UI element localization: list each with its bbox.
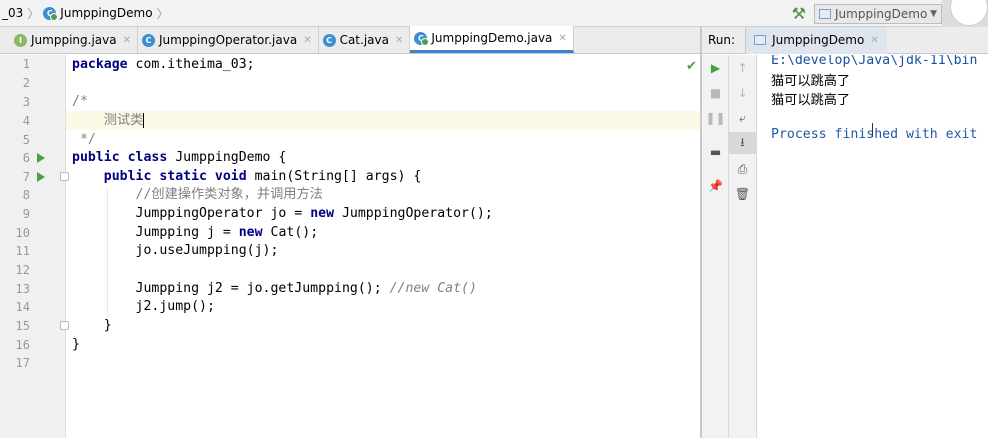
code-line-5: */ [72,132,96,147]
line-number: 10 [15,226,30,240]
inspection-ok-icon[interactable]: ✔ [686,59,697,74]
code-line-8: //创建操作类对象，并调用方法 [72,187,323,202]
run-main-icon[interactable] [37,172,45,182]
breadcrumb: _03 〉 C JumppingDemo 〉 [0,5,173,22]
line-number: 12 [15,263,30,277]
line-number: 13 [15,282,30,296]
console-process-finished: Process finished with exit [771,127,978,142]
arrow-down-icon[interactable]: ↓ [729,82,756,104]
run-tab-label: JumppingDemo [772,33,865,47]
line-number: 1 [22,57,30,71]
code-line-1: package com.itheima_03; [72,57,255,72]
close-icon[interactable]: ✕ [303,35,311,46]
close-icon[interactable]: ✕ [123,35,131,46]
tab-jumpping-java[interactable]: I Jumpping.java ✕ [10,27,138,53]
tab-label: Cat.java [339,33,389,47]
code-line-10: Jumpping j = new Cat(); [72,225,319,240]
line-number: 4 [22,114,30,128]
console-command-line: E:\develop\Java\jdk-11\bin [771,55,978,68]
line-number: 3 [22,95,30,109]
line-number: 2 [22,76,30,90]
class-icon: C [322,33,336,47]
pause-icon[interactable]: ❚❚ [702,107,729,129]
code-line-7: public static void main(String[] args) { [72,169,422,184]
line-number: 15 [15,319,30,333]
line-number: 16 [15,338,30,352]
line-number: 17 [15,356,30,370]
tab-cat-java[interactable]: C Cat.java ✕ [319,27,411,53]
interface-icon: I [14,33,27,47]
line-number: 7 [22,170,30,184]
run-panel-label: Run: [708,33,736,47]
rerun-icon[interactable]: ▶ [702,57,729,79]
code-line-11: jo.useJumpping(j); [72,243,279,258]
run-toolbar-right: ↑ ↓ ⤶ ⭳ ⎙ 🗑 [729,55,757,438]
code-line-15: } [72,318,112,333]
editor-tab-bar: I Jumpping.java ✕ C JumppingOperator.jav… [0,26,700,54]
tab-label: JumppingOperator.java [158,33,298,47]
code-editor[interactable]: 1 2 3 4 5 6 7 8 9 10 11 12 13 14 15 16 1… [0,55,700,438]
run-tab-jumppingdemo[interactable]: JumppingDemo ✕ [745,26,887,54]
fold-marker-icon[interactable] [60,172,69,181]
watermark-logo-circle [950,0,988,26]
tab-jumppingdemo-java[interactable]: C JumppingDemo.java ✕ [410,26,574,53]
run-toolbar-left: ▶ ■ ❚❚ ▬ 📌 [702,55,729,438]
run-configuration-select[interactable]: JumppingDemo ▼ [814,3,942,24]
scroll-to-end-icon[interactable]: ⭳ [729,132,756,154]
breadcrumb-class[interactable]: JumppingDemo [60,6,152,20]
code-line-4: 测试类 [72,112,145,128]
line-number: 9 [22,207,30,221]
code-line-3: /* [72,94,88,109]
breadcrumb-separator: 〉 [156,6,169,21]
close-icon[interactable]: ✕ [558,33,566,44]
chevron-down-icon: ▼ [930,8,937,19]
close-icon[interactable]: ✕ [870,35,878,46]
layout-icon[interactable]: ▬ [702,141,729,163]
arrow-up-icon[interactable]: ↑ [729,57,756,79]
code-line-6: public class JumppingDemo { [72,150,287,165]
console-output-line: 猫可以跳高了 [771,74,851,89]
tab-label: JumppingDemo.java [431,31,553,45]
run-config-icon [819,8,831,19]
run-console[interactable]: E:\develop\Java\jdk-11\bin 猫可以跳高了 猫可以跳高了… [758,55,988,438]
pin-icon[interactable]: 📌 [702,175,729,197]
code-line-14: j2.jump(); [72,299,215,314]
class-icon: C [141,33,155,47]
navigation-bar: _03 〉 C JumppingDemo 〉 ⚒ JumppingDemo ▼ [0,0,988,27]
text-cursor [143,112,145,128]
stop-icon[interactable]: ■ [702,82,729,104]
trash-icon[interactable]: 🗑 [729,183,756,205]
line-number: 6 [22,151,30,165]
console-output-line: 猫可以跳高了 [771,93,851,108]
code-line-16: } [72,337,80,352]
print-icon[interactable]: ⎙ [729,158,756,180]
line-number: 14 [15,300,30,314]
mouse-text-cursor [872,123,873,137]
build-hammer-icon[interactable]: ⚒ [792,4,806,23]
current-line-highlight [66,111,700,130]
toolbar-right: ⚒ JumppingDemo ▼ [792,0,988,27]
tab-jumppingoperator-java[interactable]: C JumppingOperator.java ✕ [138,27,319,53]
watermark-logo [942,0,988,27]
soft-wrap-icon[interactable]: ⤶ [729,107,756,129]
fold-marker-icon[interactable] [60,321,69,330]
class-icon: C [414,31,430,46]
editor-gutter: 1 2 3 4 5 6 7 8 9 10 11 12 13 14 15 16 1… [0,55,69,438]
breadcrumb-separator: 〉 [27,6,40,21]
run-class-icon[interactable] [37,153,45,163]
close-icon[interactable]: ✕ [395,35,403,46]
breadcrumb-package[interactable]: _03 [2,6,23,20]
line-number: 8 [22,188,30,202]
line-number: 5 [22,133,30,147]
tab-label: Jumpping.java [31,33,117,47]
line-number: 11 [15,244,30,258]
code-line-13: Jumpping j2 = jo.getJumpping(); //new Ca… [72,281,477,296]
run-panel-header: Run: JumppingDemo ✕ [702,26,988,54]
class-icon: C [43,6,59,21]
run-config-icon [754,35,767,45]
run-config-label: JumppingDemo [835,6,928,21]
code-line-9: JumppingOperator jo = new JumppingOperat… [72,206,493,221]
